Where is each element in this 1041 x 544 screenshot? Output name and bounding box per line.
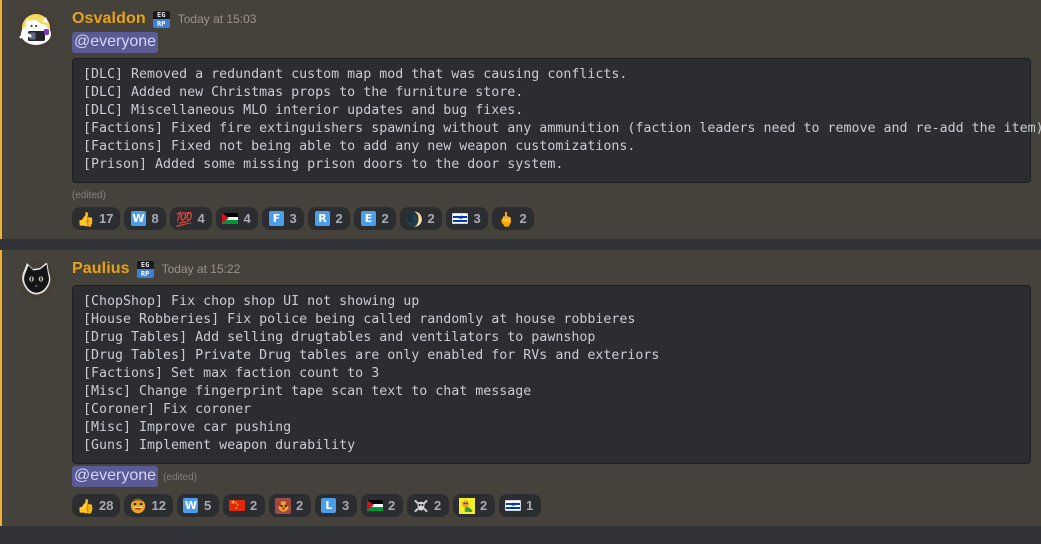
- edited-indicator: (edited): [163, 472, 197, 483]
- server-tag-line1: EG: [136, 260, 154, 269]
- reaction-regional-indicator-r[interactable]: R 2: [308, 207, 351, 230]
- username[interactable]: Paulius: [72, 259, 130, 279]
- reaction-regional-indicator-w[interactable]: W 5: [176, 494, 219, 517]
- reaction-count: 2: [433, 497, 442, 513]
- reaction-count: 5: [203, 497, 212, 513]
- euro-moon-icon: 🌒: [406, 210, 423, 227]
- reaction-hundred-points[interactable]: 💯 4: [170, 207, 213, 230]
- reaction-custom-green-emoji[interactable]: 2: [452, 494, 495, 517]
- reaction-count: 2: [479, 497, 488, 513]
- reaction-bar-2: 👍 28 12 W 5 ★ ★ ★ ★ 2 2 L 3 2 2 2 ✡ 1: [72, 491, 1031, 526]
- code-block: [ChopShop] Fix chop shop UI not showing …: [72, 285, 1031, 464]
- regional-indicator-r-icon: R: [314, 211, 330, 227]
- message-timestamp: Today at 15:22: [161, 262, 241, 276]
- code-block: [DLC] Removed a redundant custom map mod…: [72, 58, 1041, 183]
- reaction-count: 1: [525, 497, 534, 513]
- black-cat-avatar: [16, 260, 56, 300]
- reaction-count: 3: [289, 210, 297, 226]
- server-tag-line2: RP: [140, 269, 150, 278]
- reaction-flag-palestine[interactable]: 4: [216, 207, 259, 230]
- server-tag-line2: RP: [157, 19, 166, 28]
- mention-row: @everyone (edited): [72, 466, 1031, 487]
- regional-indicator-w-icon: W: [130, 211, 146, 226]
- hundred-points-icon: 💯: [176, 210, 193, 227]
- reaction-count: 2: [427, 210, 435, 226]
- custom-green-emoji-icon: [458, 497, 475, 514]
- reaction-flag-china[interactable]: ★ ★ ★ ★ 2: [222, 494, 265, 517]
- reaction-flag-palestine[interactable]: 2: [360, 494, 403, 517]
- avatar-osvaldon[interactable]: [16, 10, 56, 50]
- mention-everyone[interactable]: @everyone: [72, 466, 159, 487]
- reaction-count: 17: [99, 210, 114, 226]
- avatar-paulius[interactable]: [16, 260, 56, 300]
- reaction-skull-crossbones[interactable]: 2: [406, 494, 449, 517]
- discord-message-list: Osvaldon EG RP Today at 15:03 @everyone …: [0, 0, 1041, 544]
- reaction-count: 2: [381, 210, 389, 226]
- bongo-cat-avatar: [16, 10, 56, 50]
- reaction-count: 28: [99, 497, 114, 513]
- middle-finger-icon: 🖕: [498, 210, 515, 227]
- reaction-count: 2: [295, 497, 304, 513]
- flag-israel-icon: ✡: [452, 211, 469, 227]
- reaction-count: 2: [335, 210, 343, 226]
- regional-indicator-f-icon: F: [268, 211, 284, 227]
- reaction-middle-finger[interactable]: 🖕 2: [492, 207, 535, 230]
- message-header: Paulius EG RP Today at 15:22: [72, 258, 1031, 280]
- server-tag-badge: EG RP: [152, 10, 170, 28]
- reaction-thumbs-up[interactable]: 👍 28: [72, 494, 121, 517]
- reaction-thumbs-up[interactable]: 👍 17: [72, 207, 121, 230]
- reaction-count: 2: [519, 210, 527, 226]
- server-tag-line1: EG: [152, 10, 170, 19]
- flag-palestine-icon: [366, 498, 383, 514]
- reaction-regional-indicator-w[interactable]: W 8: [124, 207, 167, 230]
- skull-crossbones-icon: [413, 498, 429, 514]
- code-block-text: [ChopShop] Fix chop shop UI not showing …: [83, 294, 660, 453]
- thumbs-up-icon: 👍: [78, 497, 94, 514]
- reaction-count: 4: [197, 210, 205, 226]
- reaction-laughing-custom[interactable]: 12: [124, 494, 173, 517]
- reaction-bar-1: 👍 17 W 8 💯 4 4 F 3 R 2 E 2 🌒 2 ✡ 3 🖕 2: [72, 204, 1031, 239]
- laughing-custom-icon: [130, 498, 146, 514]
- username[interactable]: Osvaldon: [72, 9, 146, 29]
- flag-china-icon: ★ ★ ★ ★: [228, 498, 245, 514]
- message-separator: [0, 239, 1041, 250]
- code-block-text: [DLC] Removed a redundant custom map mod…: [83, 67, 1041, 172]
- clown-custom-icon: [274, 497, 291, 514]
- message-header: Osvaldon EG RP Today at 15:03: [72, 8, 1031, 30]
- message-timestamp: Today at 15:03: [177, 12, 257, 26]
- mention-row: @everyone: [72, 32, 1031, 53]
- reaction-count: 3: [473, 210, 481, 226]
- mention-everyone[interactable]: @everyone: [72, 32, 159, 53]
- reaction-count: 2: [249, 497, 258, 513]
- reaction-regional-indicator-e[interactable]: E 2: [354, 207, 397, 230]
- server-tag-badge: EG RP: [136, 260, 154, 278]
- reaction-flag-israel[interactable]: ✡ 1: [498, 494, 541, 517]
- thumbs-up-icon: 👍: [78, 210, 94, 227]
- message-osvaldon[interactable]: Osvaldon EG RP Today at 15:03 @everyone …: [0, 0, 1041, 239]
- reaction-count: 12: [151, 497, 166, 513]
- reaction-count: 2: [387, 497, 396, 513]
- reaction-regional-indicator-f[interactable]: F 3: [262, 207, 305, 230]
- reaction-count: 8: [151, 210, 159, 226]
- reaction-clown-custom[interactable]: 2: [268, 494, 311, 517]
- reaction-regional-indicator-l[interactable]: L 3: [314, 494, 357, 517]
- reaction-count: 4: [243, 210, 251, 226]
- regional-indicator-w-icon: W: [183, 498, 199, 513]
- flag-palestine-icon: [222, 211, 239, 227]
- reaction-count: 3: [341, 497, 350, 513]
- message-paulius[interactable]: Paulius EG RP Today at 15:22 [ChopShop] …: [0, 250, 1041, 526]
- reaction-flag-israel[interactable]: ✡ 3: [446, 207, 489, 230]
- regional-indicator-e-icon: E: [360, 211, 376, 227]
- flag-israel-icon: ✡: [504, 498, 521, 514]
- edited-indicator: (edited): [72, 190, 106, 201]
- regional-indicator-l-icon: L: [321, 498, 337, 514]
- reaction-euro-moon[interactable]: 🌒 2: [400, 207, 443, 230]
